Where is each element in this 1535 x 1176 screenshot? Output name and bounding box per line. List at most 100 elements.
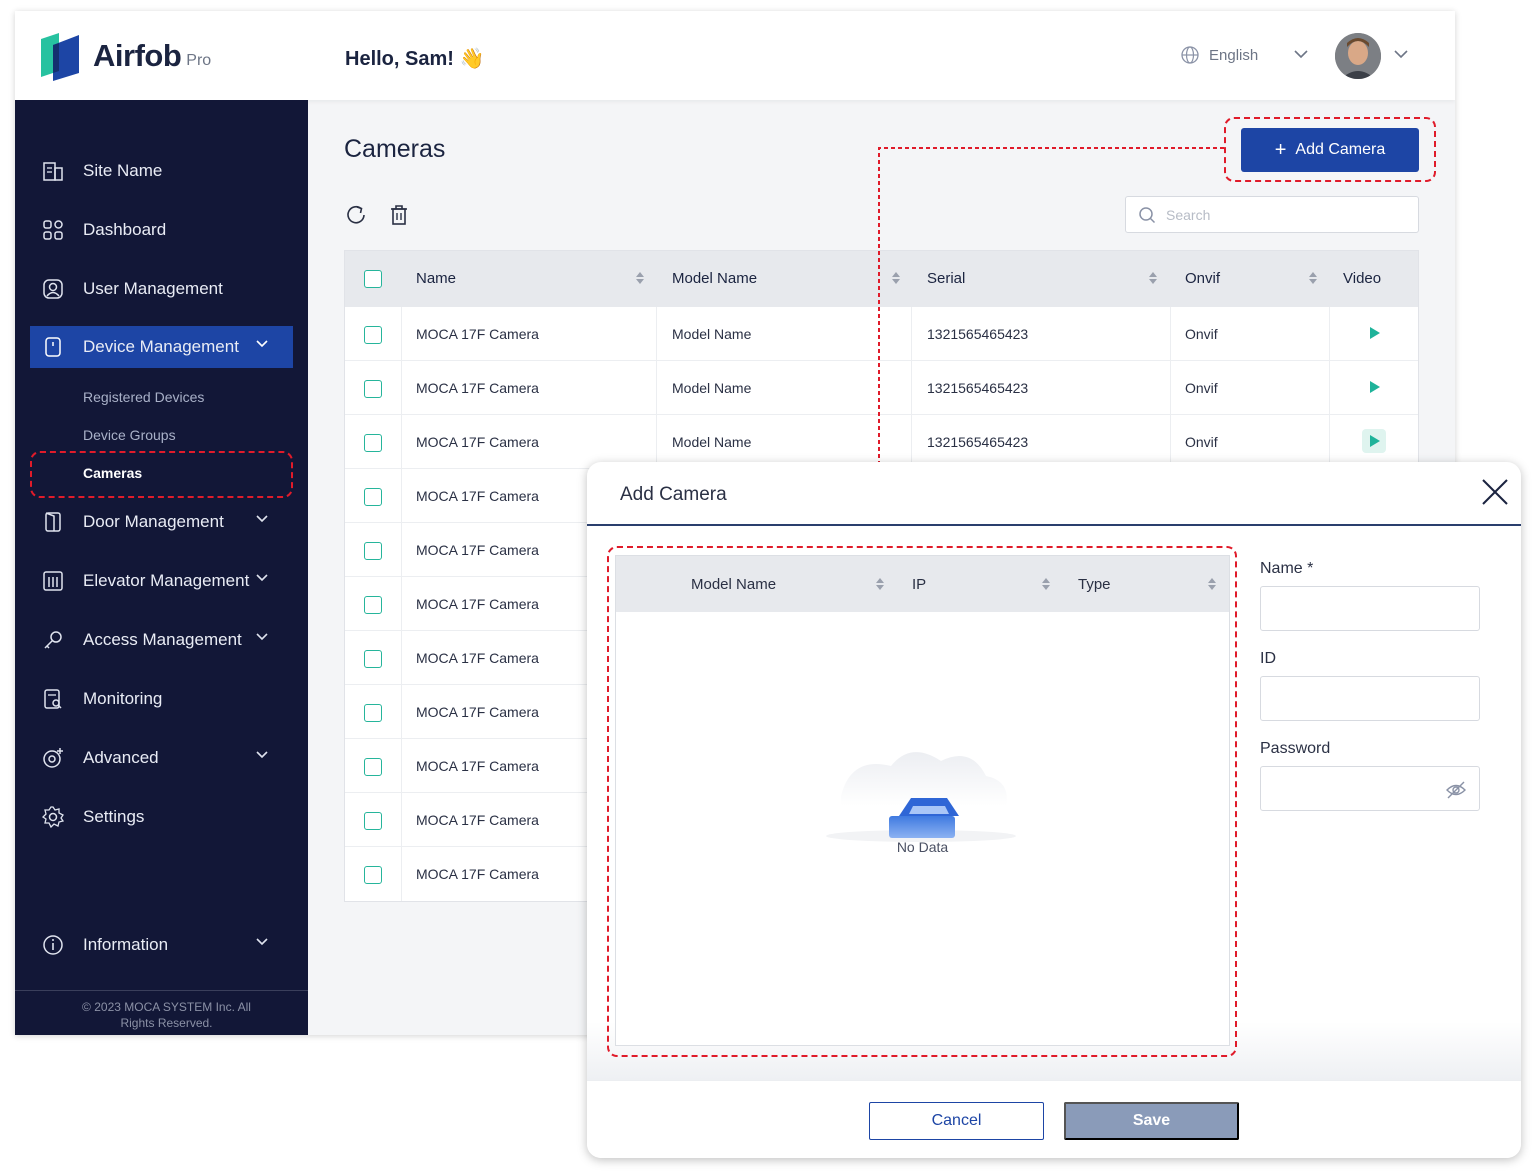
- sidebar-subitem-registered-devices[interactable]: Registered Devices: [83, 389, 204, 405]
- sidebar-item-dashboard[interactable]: Dashboard: [30, 209, 293, 251]
- trash-icon[interactable]: [387, 203, 411, 227]
- play-video-icon[interactable]: [1370, 327, 1380, 339]
- language-label: English: [1209, 46, 1259, 64]
- top-bar: Airfob Pro Hello, Sam! 👋 English: [15, 11, 1455, 100]
- chevron-down-icon: [256, 515, 268, 523]
- row-checkbox[interactable]: [364, 380, 382, 398]
- cell-name: MOCA 17F Camera: [416, 434, 539, 450]
- sidebar-item-information[interactable]: Information: [30, 924, 293, 966]
- highlight-add-camera-button: [1224, 117, 1436, 182]
- search-input[interactable]: Search: [1125, 196, 1419, 233]
- sidebar-item-label: Monitoring: [83, 689, 163, 708]
- gear-icon: [40, 804, 66, 830]
- column-header-name[interactable]: Name: [416, 270, 456, 287]
- sidebar-item-label: User Management: [83, 279, 223, 298]
- brand-suffix: Pro: [186, 52, 212, 69]
- row-checkbox[interactable]: [364, 488, 382, 506]
- row-checkbox[interactable]: [364, 434, 382, 452]
- cell-serial: 1321565465423: [927, 326, 1029, 342]
- page-title: Cameras: [344, 135, 446, 163]
- cell-onvif: Onvif: [1185, 380, 1218, 396]
- advanced-icon: [40, 745, 66, 771]
- cell-onvif: Onvif: [1185, 434, 1218, 450]
- cell-model: Model Name: [672, 326, 752, 342]
- name-input[interactable]: [1260, 586, 1480, 631]
- sort-icon[interactable]: [891, 270, 901, 286]
- chevron-down-icon: [256, 574, 268, 582]
- monitoring-icon: [40, 686, 66, 712]
- select-all-checkbox[interactable]: [364, 270, 382, 288]
- avatar[interactable]: [1335, 33, 1381, 79]
- airfob-logo-icon: [41, 33, 79, 81]
- key-icon: [40, 627, 66, 653]
- column-header-onvif[interactable]: Onvif: [1185, 270, 1220, 287]
- eye-off-icon[interactable]: [1445, 779, 1467, 801]
- sort-icon[interactable]: [1308, 270, 1318, 286]
- sidebar-item-label: Site Name: [83, 161, 163, 180]
- column-header-serial[interactable]: Serial: [927, 270, 965, 287]
- highlight-cameras-submenu: [30, 451, 293, 498]
- sidebar-item-site-name[interactable]: Site Name: [30, 150, 293, 192]
- play-video-icon[interactable]: [1370, 435, 1380, 447]
- search-icon: [1139, 206, 1156, 223]
- cell-name: MOCA 17F Camera: [416, 704, 539, 720]
- column-header-model-name[interactable]: Model Name: [672, 270, 757, 287]
- sidebar-item-settings[interactable]: Settings: [30, 796, 293, 838]
- globe-icon: [1181, 46, 1199, 64]
- password-label: Password: [1260, 740, 1331, 757]
- id-input[interactable]: [1260, 676, 1480, 721]
- sidebar-item-advanced[interactable]: Advanced: [30, 737, 293, 779]
- sidebar-item-device-management[interactable]: Device Management: [30, 326, 293, 368]
- door-icon: [40, 509, 66, 535]
- cell-name: MOCA 17F Camera: [416, 542, 539, 558]
- cell-model: Model Name: [672, 380, 752, 396]
- row-checkbox[interactable]: [364, 326, 382, 344]
- row-checkbox[interactable]: [364, 704, 382, 722]
- search-placeholder: Search: [1166, 206, 1211, 223]
- name-label: Name *: [1260, 560, 1314, 577]
- sidebar-item-elevator-management[interactable]: Elevator Management: [30, 560, 293, 602]
- brand-name: Airfob: [93, 38, 182, 73]
- cell-onvif: Onvif: [1185, 326, 1218, 342]
- cancel-button[interactable]: Cancel: [869, 1102, 1044, 1140]
- dashboard-grid-icon: [40, 217, 66, 243]
- sidebar-item-access-management[interactable]: Access Management: [30, 619, 293, 661]
- language-selector[interactable]: English: [1181, 46, 1258, 64]
- sort-icon[interactable]: [1148, 270, 1158, 286]
- play-video-icon[interactable]: [1370, 381, 1380, 393]
- row-checkbox[interactable]: [364, 596, 382, 614]
- info-icon: [40, 932, 66, 958]
- greeting: Hello, Sam! 👋: [345, 48, 485, 70]
- table-row[interactable]: MOCA 17F Camera Model Name 1321565465423…: [345, 415, 1418, 469]
- close-icon[interactable]: [1480, 477, 1510, 507]
- row-checkbox[interactable]: [364, 758, 382, 776]
- password-input[interactable]: [1260, 766, 1480, 811]
- sidebar-item-label: Dashboard: [83, 220, 167, 239]
- modal-footer: [587, 1080, 1521, 1158]
- sort-icon[interactable]: [635, 270, 645, 286]
- refresh-icon[interactable]: [344, 203, 368, 227]
- logo[interactable]: Airfob Pro: [39, 31, 211, 81]
- row-checkbox[interactable]: [364, 812, 382, 830]
- chevron-down-icon[interactable]: [1393, 48, 1409, 60]
- cell-name: MOCA 17F Camera: [416, 488, 539, 504]
- sidebar-subitem-device-groups[interactable]: Device Groups: [83, 427, 176, 443]
- sidebar-item-label: Information: [83, 935, 169, 954]
- sidebar-item-user-management[interactable]: User Management: [30, 268, 293, 310]
- row-checkbox[interactable]: [364, 866, 382, 884]
- id-label: ID: [1260, 650, 1276, 667]
- cell-name: MOCA 17F Camera: [416, 758, 539, 774]
- table-row[interactable]: MOCA 17F Camera Model Name 1321565465423…: [345, 307, 1418, 361]
- sidebar-item-monitoring[interactable]: Monitoring: [30, 678, 293, 720]
- chevron-down-icon[interactable]: [1293, 48, 1309, 60]
- table-header: Name Model Name Serial Onvif Video: [345, 251, 1418, 307]
- modal-title: Add Camera: [620, 484, 727, 505]
- sidebar-item-label: Device Management: [83, 337, 239, 356]
- chevron-down-icon: [256, 340, 268, 348]
- row-checkbox[interactable]: [364, 542, 382, 560]
- elevator-icon: [40, 568, 66, 594]
- save-button[interactable]: Save: [1064, 1102, 1239, 1140]
- table-row[interactable]: MOCA 17F Camera Model Name 1321565465423…: [345, 361, 1418, 415]
- row-checkbox[interactable]: [364, 650, 382, 668]
- sidebar-item-door-management[interactable]: Door Management: [30, 501, 293, 543]
